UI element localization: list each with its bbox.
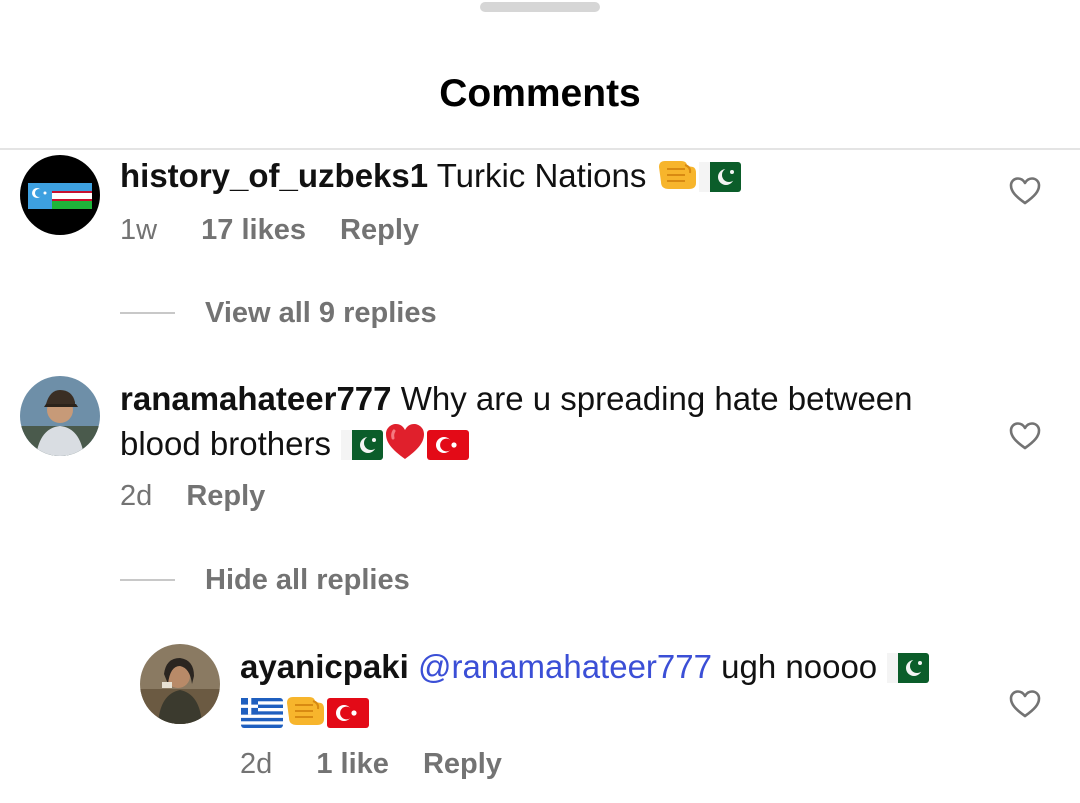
comment-username[interactable]: ranamahateer777 <box>120 380 392 417</box>
comment-time: 1w <box>120 214 158 246</box>
comment-username[interactable]: history_of_uzbeks1 <box>120 157 428 194</box>
comment-text: ranamahateer777 Why are u spreading hate… <box>120 376 990 466</box>
page-title: Comments <box>439 72 641 115</box>
replies-line <box>120 312 175 314</box>
avatar-image <box>20 376 100 456</box>
avatar-image <box>20 155 100 235</box>
like-heart-icon[interactable] <box>1009 176 1041 206</box>
pakistan-flag-icon <box>887 653 929 683</box>
fist-emoji-icon <box>657 155 697 193</box>
comment-meta: 2d Reply <box>120 479 265 513</box>
pakistan-flag-icon <box>699 162 741 192</box>
reply-button[interactable]: Reply <box>423 748 502 780</box>
hide-replies-button[interactable]: Hide all replies <box>205 563 410 597</box>
header-divider <box>0 148 1080 150</box>
reply-mention-link[interactable]: @ranamahateer777 <box>418 648 712 685</box>
reply-meta: 2d 1 like Reply <box>240 747 502 781</box>
comment-body-line2: blood brothers <box>120 425 331 462</box>
reply-button[interactable]: Reply <box>186 480 265 512</box>
like-heart-icon[interactable] <box>1009 421 1041 451</box>
drag-handle[interactable] <box>480 2 600 12</box>
avatar-ranamahateer777[interactable] <box>20 376 100 456</box>
reply-likes[interactable]: 1 like <box>316 748 389 780</box>
fist-emoji-icon <box>285 691 325 729</box>
reply-button[interactable]: Reply <box>340 214 419 246</box>
reply-username[interactable]: ayanicpaki <box>240 648 409 685</box>
turkey-flag-icon <box>327 698 369 728</box>
replies-line <box>120 579 175 581</box>
comment-likes[interactable]: 17 likes <box>201 214 306 246</box>
greece-flag-icon <box>241 698 283 728</box>
pakistan-flag-icon <box>341 430 383 460</box>
comment-body-line1: Why are u spreading hate between <box>400 380 913 417</box>
avatar-ayanicpaki[interactable] <box>140 644 220 724</box>
comment-meta: 1w 17 likes Reply <box>120 213 419 247</box>
comment-time: 2d <box>120 480 153 512</box>
avatar-history-of-uzbeks1[interactable] <box>20 155 100 235</box>
view-replies-button[interactable]: View all 9 replies <box>205 296 437 330</box>
reply-body: ugh noooo <box>721 648 878 685</box>
turkey-flag-icon <box>427 430 469 460</box>
red-heart-icon <box>385 423 425 461</box>
reply-text: ayanicpaki @ranamahateer777 ugh noooo <box>240 644 990 734</box>
reply-time: 2d <box>240 748 273 780</box>
comment-text: history_of_uzbeks1 Turkic Nations <box>120 153 990 198</box>
avatar-image <box>140 644 220 724</box>
comment-body: Turkic Nations <box>436 157 647 194</box>
like-heart-icon[interactable] <box>1009 689 1041 719</box>
